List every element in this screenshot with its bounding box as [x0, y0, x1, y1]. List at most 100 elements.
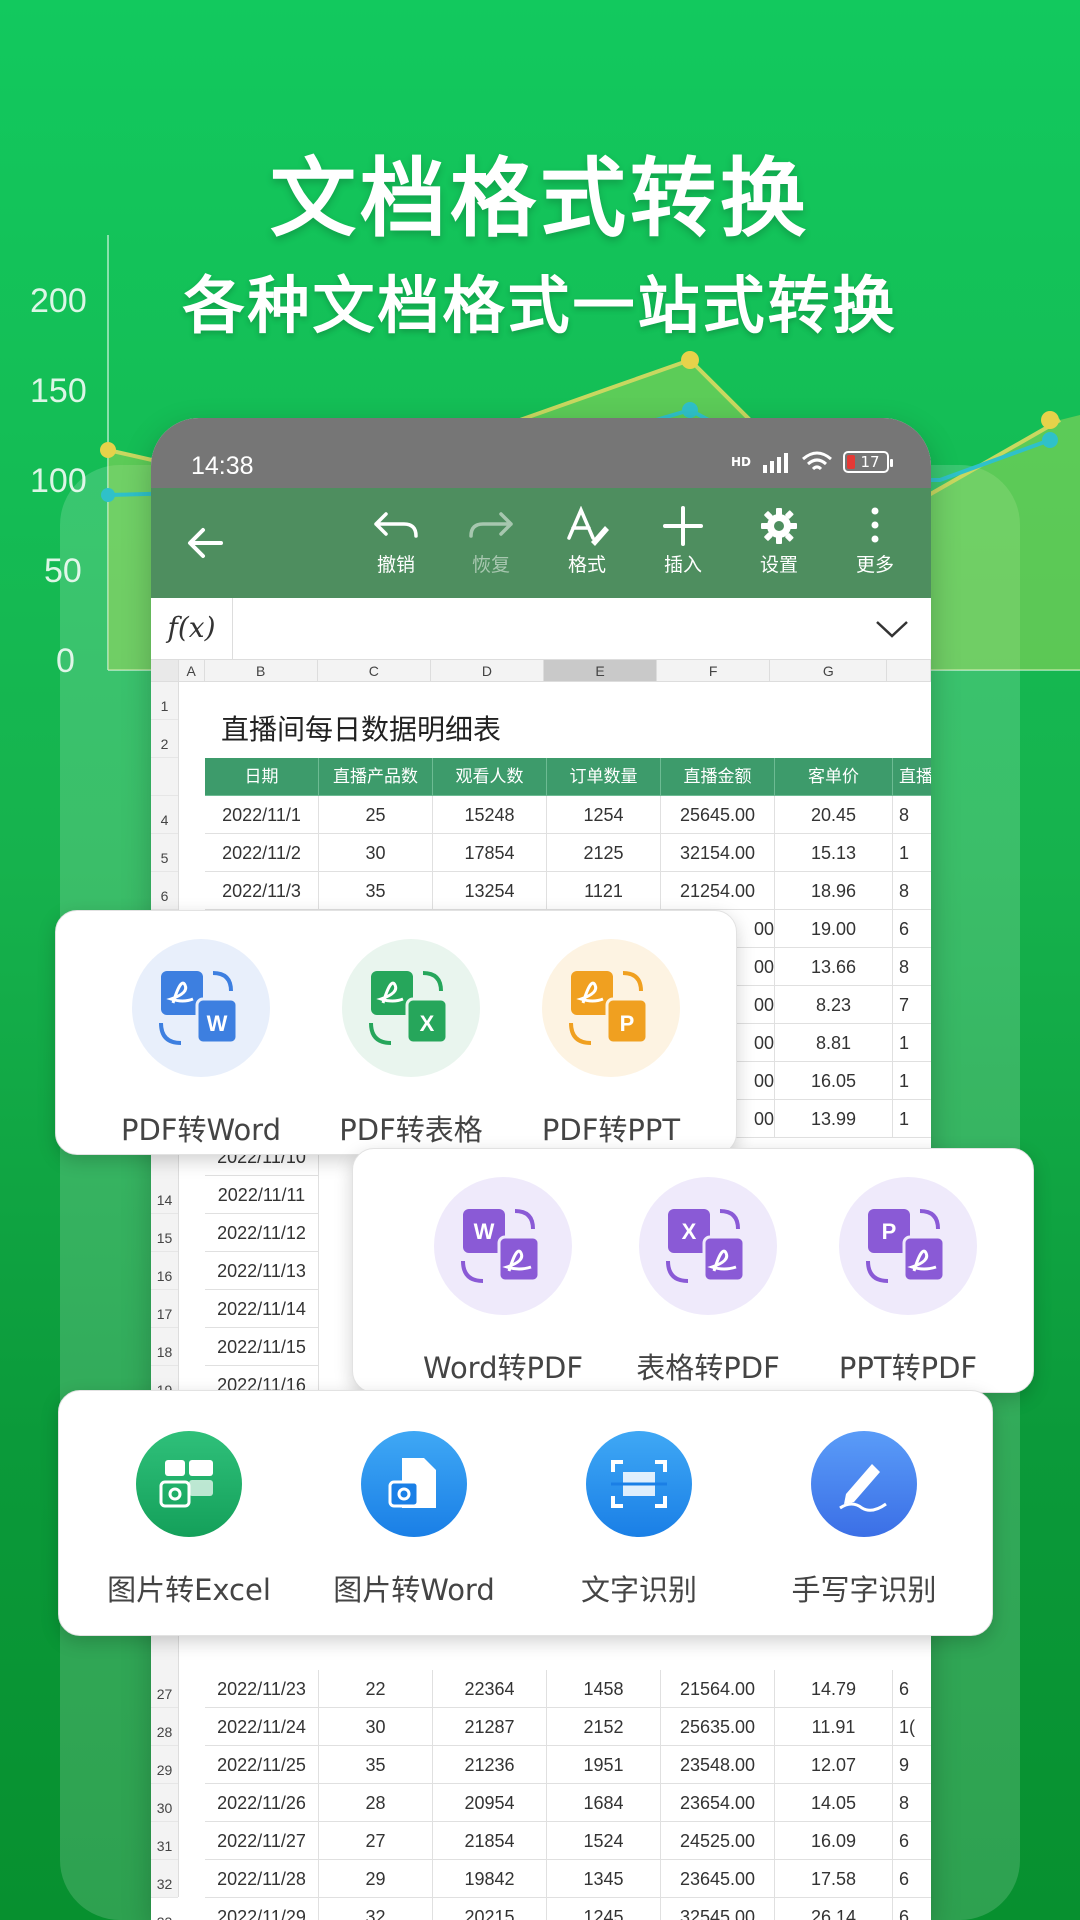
row-number[interactable]: 4: [151, 796, 178, 834]
select-all-corner[interactable]: [151, 660, 179, 681]
row-number[interactable]: 27: [151, 1670, 178, 1708]
table-cell[interactable]: 23548.00: [661, 1746, 775, 1784]
table-cell[interactable]: 2022/11/2: [205, 834, 319, 872]
date-cell[interactable]: 2022/11/13: [205, 1252, 319, 1290]
date-cell[interactable]: 2022/11/14: [205, 1290, 319, 1328]
date-cell[interactable]: 2022/11/11: [205, 1176, 319, 1214]
table-cell[interactable]: 21254.00: [661, 872, 775, 910]
table-cell[interactable]: 25635.00: [661, 1708, 775, 1746]
table-cell[interactable]: 35: [319, 1746, 433, 1784]
sheet-title[interactable]: 直播间每日数据明细表: [221, 708, 501, 748]
text-recognition-button[interactable]: 文字识别: [539, 1431, 739, 1609]
row-number[interactable]: 2: [151, 720, 178, 758]
row-number[interactable]: 30: [151, 1784, 178, 1822]
header-cell[interactable]: 直播: [893, 758, 931, 796]
table-cell[interactable]: 1(: [893, 1708, 931, 1746]
header-cell[interactable]: 客单价: [775, 758, 893, 796]
column-header[interactable]: D: [431, 660, 544, 681]
table-cell[interactable]: 30: [319, 834, 433, 872]
table-cell[interactable]: 14.05: [775, 1784, 893, 1822]
undo-button[interactable]: 撤销: [356, 506, 436, 577]
table-cell[interactable]: 8: [893, 796, 931, 834]
header-cell[interactable]: 订单数量: [547, 758, 661, 796]
table-cell[interactable]: 26.14: [775, 1898, 893, 1920]
table-cell[interactable]: 2125: [547, 834, 661, 872]
back-arrow-icon[interactable]: [181, 518, 231, 568]
row-number[interactable]: [151, 758, 178, 796]
table-cell[interactable]: 13.66: [775, 948, 893, 986]
table-cell[interactable]: 28: [319, 1784, 433, 1822]
row-number[interactable]: 32: [151, 1860, 178, 1898]
table-cell[interactable]: 2022/11/25: [205, 1746, 319, 1784]
pdf-to-ppt-button[interactable]: P PDF转PPT: [516, 939, 706, 1149]
table-cell[interactable]: 2022/11/27: [205, 1822, 319, 1860]
table-cell[interactable]: 1684: [547, 1784, 661, 1822]
table-cell[interactable]: 12.07: [775, 1746, 893, 1784]
row-number[interactable]: 14: [151, 1176, 178, 1214]
table-cell[interactable]: 2022/11/29: [205, 1898, 319, 1920]
date-cell[interactable]: 2022/11/12: [205, 1214, 319, 1252]
table-cell[interactable]: 17.58: [775, 1860, 893, 1898]
row-number[interactable]: 5: [151, 834, 178, 872]
table-cell[interactable]: 20954: [433, 1784, 547, 1822]
table-cell[interactable]: 8: [893, 1784, 931, 1822]
table-cell[interactable]: 21236: [433, 1746, 547, 1784]
date-cell[interactable]: 2022/11/15: [205, 1328, 319, 1366]
header-cell[interactable]: 日期: [205, 758, 319, 796]
handwriting-recognition-button[interactable]: 手写字识别: [764, 1431, 964, 1609]
table-cell[interactable]: 15248: [433, 796, 547, 834]
table-cell[interactable]: 1: [893, 1024, 931, 1062]
chevron-down-icon[interactable]: [875, 618, 909, 640]
table-cell[interactable]: 1524: [547, 1822, 661, 1860]
table-cell[interactable]: 8.23: [775, 986, 893, 1024]
table-cell[interactable]: 2022/11/26: [205, 1784, 319, 1822]
column-header[interactable]: C: [318, 660, 431, 681]
table-cell[interactable]: 23645.00: [661, 1860, 775, 1898]
header-cell[interactable]: 直播产品数: [319, 758, 433, 796]
image-to-excel-button[interactable]: 图片转Excel: [89, 1431, 289, 1609]
excel-to-pdf-button[interactable]: X 表格转PDF: [608, 1177, 808, 1387]
table-cell[interactable]: 1951: [547, 1746, 661, 1784]
header-cell[interactable]: 直播金额: [661, 758, 775, 796]
table-cell[interactable]: 1254: [547, 796, 661, 834]
table-cell[interactable]: 25: [319, 796, 433, 834]
column-header[interactable]: F: [657, 660, 771, 681]
row-number[interactable]: 1: [151, 682, 178, 720]
table-cell[interactable]: 2022/11/28: [205, 1860, 319, 1898]
table-cell[interactable]: 19.00: [775, 910, 893, 948]
table-cell[interactable]: 16.05: [775, 1062, 893, 1100]
table-cell[interactable]: 13254: [433, 872, 547, 910]
table-cell[interactable]: 8: [893, 948, 931, 986]
table-cell[interactable]: 2022/11/1: [205, 796, 319, 834]
insert-button[interactable]: 插入: [643, 506, 723, 577]
table-cell[interactable]: 9: [893, 1746, 931, 1784]
table-cell[interactable]: 7: [893, 986, 931, 1024]
table-cell[interactable]: 2022/11/3: [205, 872, 319, 910]
table-cell[interactable]: 6: [893, 1822, 931, 1860]
column-header[interactable]: A: [179, 660, 205, 681]
format-button[interactable]: 格式: [547, 506, 627, 577]
table-cell[interactable]: 32: [319, 1898, 433, 1920]
table-cell[interactable]: 20215: [433, 1898, 547, 1920]
table-cell[interactable]: 27: [319, 1822, 433, 1860]
table-cell[interactable]: 1458: [547, 1670, 661, 1708]
table-cell[interactable]: 21854: [433, 1822, 547, 1860]
table-cell[interactable]: 32154.00: [661, 834, 775, 872]
table-cell[interactable]: 1245: [547, 1898, 661, 1920]
redo-button[interactable]: 恢复: [451, 506, 531, 577]
pdf-to-word-button[interactable]: W PDF转Word: [106, 939, 296, 1149]
table-cell[interactable]: 23654.00: [661, 1784, 775, 1822]
table-cell[interactable]: 20.45: [775, 796, 893, 834]
column-header-selected[interactable]: E: [543, 660, 658, 681]
table-cell[interactable]: 17854: [433, 834, 547, 872]
table-cell[interactable]: 1: [893, 1100, 931, 1138]
table-cell[interactable]: 2022/11/24: [205, 1708, 319, 1746]
table-cell[interactable]: 13.99: [775, 1100, 893, 1138]
table-cell[interactable]: 1: [893, 834, 931, 872]
table-cell[interactable]: 11.91: [775, 1708, 893, 1746]
table-cell[interactable]: 16.09: [775, 1822, 893, 1860]
table-cell[interactable]: 24525.00: [661, 1822, 775, 1860]
row-number[interactable]: 6: [151, 872, 178, 910]
row-number[interactable]: 15: [151, 1214, 178, 1252]
table-cell[interactable]: 1345: [547, 1860, 661, 1898]
